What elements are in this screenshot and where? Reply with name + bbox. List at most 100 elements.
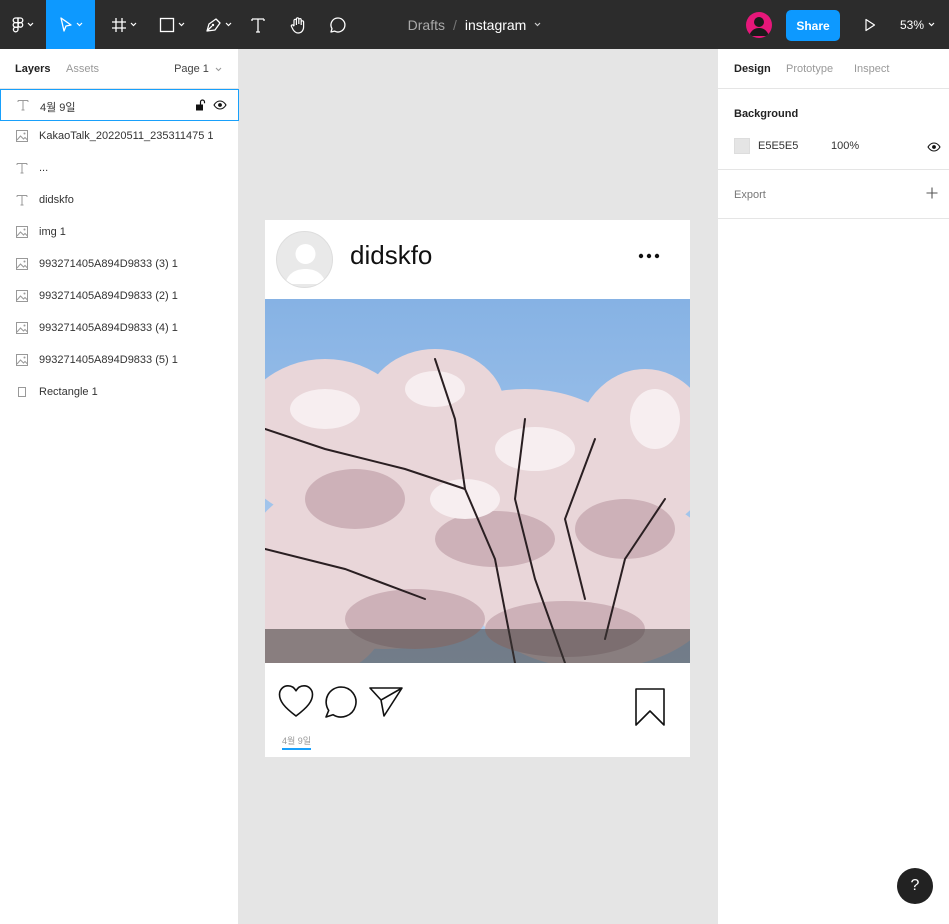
chevron-down-icon bbox=[225, 22, 231, 27]
background-opacity-input[interactable]: 100% bbox=[831, 140, 859, 152]
layer-name: 4월 9일 bbox=[40, 102, 76, 114]
chevron-down-icon bbox=[928, 22, 935, 27]
layer-name: img 1 bbox=[39, 226, 66, 238]
tab-design[interactable]: Design bbox=[734, 63, 771, 75]
post-caption[interactable]: 4월 9일 bbox=[282, 734, 312, 750]
post-username: didskfo bbox=[350, 240, 433, 270]
pen-icon bbox=[205, 17, 221, 32]
layer-name: KakaoTalk_20220511_235311475 1 bbox=[39, 130, 214, 142]
drafts-link[interactable]: Drafts bbox=[408, 17, 445, 33]
instagram-post-frame[interactable]: didskfo 4월 9일 bbox=[265, 220, 690, 757]
text-icon bbox=[17, 100, 29, 111]
file-name[interactable]: instagram bbox=[465, 17, 526, 33]
layer-name: 993271405A894D9833 (3) 1 bbox=[39, 258, 178, 270]
chevron-down-icon bbox=[27, 22, 34, 27]
page-name: Page 1 bbox=[174, 63, 209, 75]
image-icon bbox=[16, 130, 28, 142]
chevron-down-icon bbox=[130, 22, 137, 27]
layer-name: 993271405A894D9833 (5) 1 bbox=[39, 354, 178, 366]
export-title: Export bbox=[734, 189, 766, 201]
layer-row[interactable]: img 1 bbox=[0, 217, 239, 249]
comment-tool-button[interactable] bbox=[324, 0, 352, 49]
unlock-icon[interactable] bbox=[195, 99, 206, 111]
right-panel-tabs: Design Prototype Inspect bbox=[718, 49, 949, 89]
image-icon bbox=[16, 322, 28, 334]
comment-icon bbox=[330, 16, 346, 33]
chevron-down-icon bbox=[76, 22, 82, 27]
layer-row[interactable]: ... bbox=[0, 153, 239, 185]
send-icon[interactable] bbox=[368, 686, 404, 718]
layer-list: 4월 9일 KakaoTalk_20220511_235311475 1 ...… bbox=[0, 89, 239, 409]
more-icon[interactable] bbox=[638, 253, 660, 259]
comment-icon[interactable] bbox=[324, 685, 358, 719]
left-panel-tabs: Layers Assets Page 1 bbox=[0, 49, 238, 89]
layer-row[interactable]: didskfo bbox=[0, 185, 239, 217]
hand-icon bbox=[290, 16, 305, 34]
frame-tool-button[interactable] bbox=[102, 0, 146, 49]
user-icon bbox=[749, 17, 769, 36]
text-icon bbox=[251, 17, 265, 33]
move-tool-button[interactable] bbox=[46, 0, 95, 49]
tab-assets[interactable]: Assets bbox=[66, 63, 99, 75]
layer-name: Rectangle 1 bbox=[39, 386, 98, 398]
user-avatar[interactable] bbox=[746, 12, 772, 38]
figma-logo-icon bbox=[12, 16, 24, 32]
post-photo bbox=[265, 299, 690, 663]
shape-tool-button[interactable] bbox=[150, 0, 194, 49]
layer-row[interactable]: Rectangle 1 bbox=[0, 377, 239, 409]
layer-name: 993271405A894D9833 (2) 1 bbox=[39, 290, 178, 302]
zoom-level: 53% bbox=[900, 17, 925, 32]
layers-panel: Layers Assets Page 1 4월 9일 KakaoTalk_202… bbox=[0, 49, 239, 924]
rectangle-icon bbox=[18, 387, 26, 397]
layer-row[interactable]: KakaoTalk_20220511_235311475 1 bbox=[0, 121, 239, 153]
bookmark-icon[interactable] bbox=[634, 687, 666, 727]
rectangle-icon bbox=[159, 17, 175, 32]
eye-icon[interactable] bbox=[213, 100, 227, 110]
image-icon bbox=[16, 226, 28, 238]
user-silhouette-icon bbox=[285, 244, 326, 284]
layer-row[interactable]: 993271405A894D9833 (5) 1 bbox=[0, 345, 239, 377]
layer-name: 993271405A894D9833 (4) 1 bbox=[39, 322, 178, 334]
background-title: Background bbox=[734, 108, 799, 120]
help-button[interactable]: ? bbox=[897, 868, 933, 904]
cursor-icon bbox=[59, 16, 72, 32]
layer-row[interactable]: 993271405A894D9833 (3) 1 bbox=[0, 249, 239, 281]
eye-icon[interactable] bbox=[927, 142, 941, 152]
layer-row[interactable]: 4월 9일 bbox=[0, 89, 239, 121]
image-icon bbox=[16, 258, 28, 270]
background-color-swatch[interactable] bbox=[734, 138, 750, 154]
chevron-down-icon[interactable] bbox=[534, 22, 541, 27]
text-icon bbox=[16, 163, 28, 174]
text-tool-button[interactable] bbox=[244, 0, 272, 49]
heart-icon[interactable] bbox=[278, 684, 314, 718]
image-icon bbox=[16, 354, 28, 366]
text-icon bbox=[16, 195, 28, 206]
background-hex-input[interactable]: E5E5E5 bbox=[758, 140, 798, 152]
chevron-down-icon bbox=[215, 67, 222, 72]
plus-icon[interactable] bbox=[926, 187, 938, 199]
tab-prototype[interactable]: Prototype bbox=[786, 63, 833, 75]
present-button[interactable] bbox=[856, 12, 884, 38]
pen-tool-button[interactable] bbox=[196, 0, 240, 49]
properties-panel: Design Prototype Inspect Background E5E5… bbox=[717, 49, 949, 924]
layer-name: didskfo bbox=[39, 194, 74, 206]
layer-name: ... bbox=[39, 162, 49, 174]
main-menu-button[interactable] bbox=[0, 0, 46, 49]
background-section: Background E5E5E5 100% bbox=[718, 89, 949, 170]
layer-row[interactable]: 993271405A894D9833 (2) 1 bbox=[0, 281, 239, 313]
breadcrumb-separator: / bbox=[452, 16, 457, 33]
zoom-control[interactable]: 53% bbox=[900, 0, 935, 49]
page-selector[interactable]: Page 1 bbox=[174, 63, 222, 75]
toolbar: Drafts / instagram Share 53% bbox=[0, 0, 949, 49]
hand-tool-button[interactable] bbox=[284, 0, 312, 49]
profile-avatar bbox=[276, 231, 333, 288]
play-icon bbox=[865, 18, 876, 32]
share-button[interactable]: Share bbox=[786, 10, 840, 41]
frame-icon bbox=[112, 17, 126, 32]
chevron-down-icon bbox=[178, 22, 185, 27]
export-section: Export bbox=[718, 170, 949, 219]
tab-layers[interactable]: Layers bbox=[15, 63, 50, 75]
image-icon bbox=[16, 290, 28, 302]
tab-inspect[interactable]: Inspect bbox=[854, 63, 889, 75]
layer-row[interactable]: 993271405A894D9833 (4) 1 bbox=[0, 313, 239, 345]
